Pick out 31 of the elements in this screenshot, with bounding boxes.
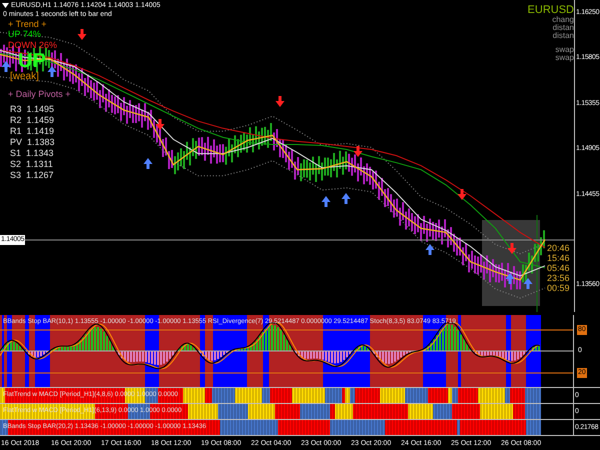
pivot-label: R2 <box>10 115 22 126</box>
pivot-value: 1.1459 <box>26 115 54 126</box>
pivot-label: PV <box>10 137 22 148</box>
pivot-label: R1 <box>10 126 22 137</box>
info-label: distan <box>552 32 574 40</box>
pivot-value: 1.1383 <box>27 137 55 148</box>
pivot-label: R3 <box>10 104 22 115</box>
pivot-label: S1 <box>10 148 22 159</box>
pivot-label: S3 <box>10 170 22 181</box>
countdown-label: 05:46 <box>547 263 570 273</box>
trend-down-percent: DOWN 26% <box>8 40 58 51</box>
pivot-value: 1.1343 <box>26 148 54 159</box>
info-label: distan <box>552 24 574 32</box>
trend-title: + Trend + <box>8 19 47 29</box>
pivot-value: 1.1495 <box>26 104 54 115</box>
info-label: swap <box>555 54 574 62</box>
countdown-label: 15:46 <box>547 253 570 263</box>
countdown-label: 00:59 <box>547 283 570 293</box>
trend-signal: UP <box>18 51 46 71</box>
countdown-label: 23:56 <box>547 273 570 283</box>
pivots-title: + Daily Pivots + <box>8 89 71 100</box>
info-label: swap <box>555 46 574 54</box>
countdown-label: 20:46 <box>547 243 570 253</box>
pivot-label: S2 <box>10 159 22 170</box>
info-label: chang <box>552 16 574 24</box>
symbol-label: EURUSD <box>528 4 574 16</box>
trend-up-percent: UP 74% <box>8 29 41 40</box>
trend-strength: [weak] <box>10 71 39 82</box>
pivot-value: 1.1311 <box>26 159 53 170</box>
pivot-value: 1.1419 <box>26 126 54 137</box>
pivot-value: 1.1267 <box>26 170 54 181</box>
